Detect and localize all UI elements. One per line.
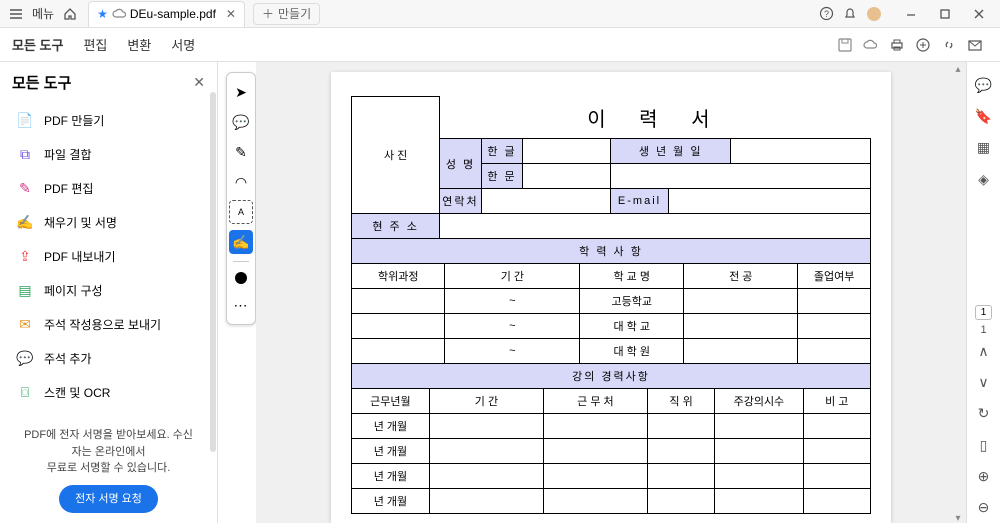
dob-label: 생 년 월 일 — [611, 139, 730, 164]
page-total: 1 — [980, 324, 986, 336]
export-icon: ⇪ — [16, 247, 34, 265]
tool-send-comment[interactable]: ✉주석 작성용으로 보내기 — [8, 307, 209, 341]
tool-edit-pdf[interactable]: ✎PDF 편집 — [8, 171, 209, 205]
close-tab-icon[interactable]: ✕ — [226, 7, 236, 21]
close-panel-icon[interactable]: ✕ — [193, 74, 205, 91]
svg-text:?: ? — [823, 9, 828, 19]
cloud-icon — [112, 8, 126, 20]
page-up-icon[interactable]: ∧ — [972, 340, 996, 363]
tab-title: DEu-sample.pdf — [130, 7, 216, 21]
maximize-icon[interactable] — [928, 2, 962, 26]
organize-icon: ▤ — [16, 281, 34, 299]
help-icon[interactable]: ? — [814, 2, 838, 26]
zoom-in-icon[interactable]: ⊕ — [972, 465, 996, 488]
tab-convert[interactable]: 변환 — [127, 35, 151, 54]
combine-icon: ⧉ — [16, 145, 34, 163]
color-dot[interactable] — [235, 272, 247, 284]
title-bar: 메뉴 ★ DEu-sample.pdf ✕ ＋ 만들기 ? — [0, 0, 1000, 28]
save-icon[interactable] — [832, 32, 858, 58]
page-down-icon[interactable]: ∨ — [972, 371, 996, 394]
photo-cell: 사 진 — [352, 97, 440, 214]
text-box-icon[interactable]: A — [229, 200, 253, 224]
document-canvas[interactable]: 사 진 이 력 서 성 명 한 글 생 년 월 일 한 문 — [256, 62, 966, 523]
comment-pane-icon[interactable]: 💬 — [972, 74, 996, 97]
more-tools-icon[interactable]: ⋯ — [229, 293, 253, 317]
scroll-down-icon[interactable]: ▾ — [952, 513, 964, 523]
vertical-scrollbar[interactable]: ▴ ▾ — [952, 64, 964, 523]
edit-pdf-icon: ✎ — [16, 179, 34, 197]
tab-sign[interactable]: 서명 — [171, 35, 195, 54]
tool-add-comment[interactable]: 💬주석 추가 — [8, 341, 209, 375]
bookmark-pane-icon[interactable]: 🔖 — [972, 105, 996, 128]
page-view-icon[interactable]: ▯ — [972, 433, 996, 456]
zoom-out-icon[interactable]: ⊖ — [972, 496, 996, 519]
layers-icon[interactable]: ◈ — [972, 168, 996, 191]
hamburger-menu-icon[interactable] — [4, 2, 28, 26]
doc-title: 이 력 서 — [440, 97, 871, 139]
tool-organize[interactable]: ▤페이지 구성 — [8, 273, 209, 307]
thumbnails-icon[interactable]: ▦ — [972, 136, 996, 159]
contact-label: 연락처 — [440, 189, 482, 214]
rotate-icon[interactable]: ↻ — [972, 402, 996, 425]
tools-list: 📄PDF 만들기 ⧉파일 결합 ✎PDF 편집 ✍채우기 및 서명 ⇪PDF 내… — [0, 103, 217, 417]
right-rail: 💬 🔖 ▦ ◈ 1 1 ∧ ∨ ↻ ▯ ⊕ ⊖ — [966, 62, 1000, 523]
tool-protect[interactable]: 🛡PDF 보호 — [8, 409, 209, 417]
pdf-page: 사 진 이 력 서 성 명 한 글 생 년 월 일 한 문 — [331, 72, 891, 523]
document-tab[interactable]: ★ DEu-sample.pdf ✕ — [88, 1, 245, 27]
close-window-icon[interactable] — [962, 2, 996, 26]
name-label: 성 명 — [440, 139, 482, 189]
tool-fill-sign[interactable]: ✍채우기 및 서명 — [8, 205, 209, 239]
highlight-icon[interactable]: ✎ — [229, 140, 253, 164]
bell-icon[interactable] — [838, 2, 862, 26]
main-toolbar: 모든 도구 편집 변환 서명 — [0, 28, 1000, 62]
tool-export[interactable]: ⇪PDF 내보내기 — [8, 239, 209, 273]
scroll-up-icon[interactable]: ▴ — [952, 64, 964, 76]
cursor-icon[interactable]: ➤ — [229, 80, 253, 104]
fill-sign-icon: ✍ — [16, 213, 34, 231]
page-badge[interactable]: 1 — [975, 305, 993, 320]
comment-tool-icon[interactable]: 💬 — [229, 110, 253, 134]
create-pdf-icon: 📄 — [16, 111, 34, 129]
star-icon: ★ — [97, 7, 108, 21]
quick-tools-strip: ➤ 💬 ✎ ◠ A ✍ ⋯ — [226, 72, 256, 325]
scan-icon: ⌼ — [16, 383, 34, 401]
home-icon[interactable] — [58, 2, 82, 26]
tab-all-tools[interactable]: 모든 도구 — [12, 35, 63, 54]
comment-icon: 💬 — [16, 349, 34, 367]
avatar[interactable] — [862, 2, 886, 26]
tab-edit[interactable]: 편집 — [83, 35, 107, 54]
edu-section-header: 학 력 사 항 — [352, 239, 871, 264]
plus-icon: ＋ — [262, 5, 274, 22]
mail-icon[interactable] — [962, 32, 988, 58]
tool-scan-ocr[interactable]: ⌼스캔 및 OCR — [8, 375, 209, 409]
share-icon[interactable] — [910, 32, 936, 58]
send-comment-icon: ✉ — [16, 315, 34, 333]
minimize-icon[interactable] — [894, 2, 928, 26]
link-icon[interactable] — [936, 32, 962, 58]
tools-panel: 모든 도구 ✕ 📄PDF 만들기 ⧉파일 결합 ✎PDF 편집 ✍채우기 및 서… — [0, 62, 218, 523]
address-label: 현 주 소 — [352, 214, 440, 239]
print-icon[interactable] — [884, 32, 910, 58]
sign-tool-icon[interactable]: ✍ — [229, 230, 253, 254]
hangul-label: 한 글 — [481, 139, 523, 164]
cloud-sync-icon[interactable] — [858, 32, 884, 58]
email-label: E-mail — [611, 189, 668, 214]
promo-box: PDF에 전자 서명을 받아보세요. 수신 자는 온라인에서 무료로 서명할 수… — [0, 417, 217, 523]
tools-panel-title: 모든 도구 — [12, 72, 71, 93]
menu-label[interactable]: 메뉴 — [32, 5, 54, 22]
eraser-icon[interactable]: ◠ — [229, 170, 253, 194]
request-esign-button[interactable]: 전자 서명 요청 — [59, 485, 158, 514]
tool-create-pdf[interactable]: 📄PDF 만들기 — [8, 103, 209, 137]
new-tab-button[interactable]: ＋ 만들기 — [253, 3, 320, 25]
teach-section-header: 강의 경력사항 — [352, 364, 871, 389]
hanja-label: 한 문 — [481, 164, 523, 189]
tool-combine[interactable]: ⧉파일 결합 — [8, 137, 209, 171]
